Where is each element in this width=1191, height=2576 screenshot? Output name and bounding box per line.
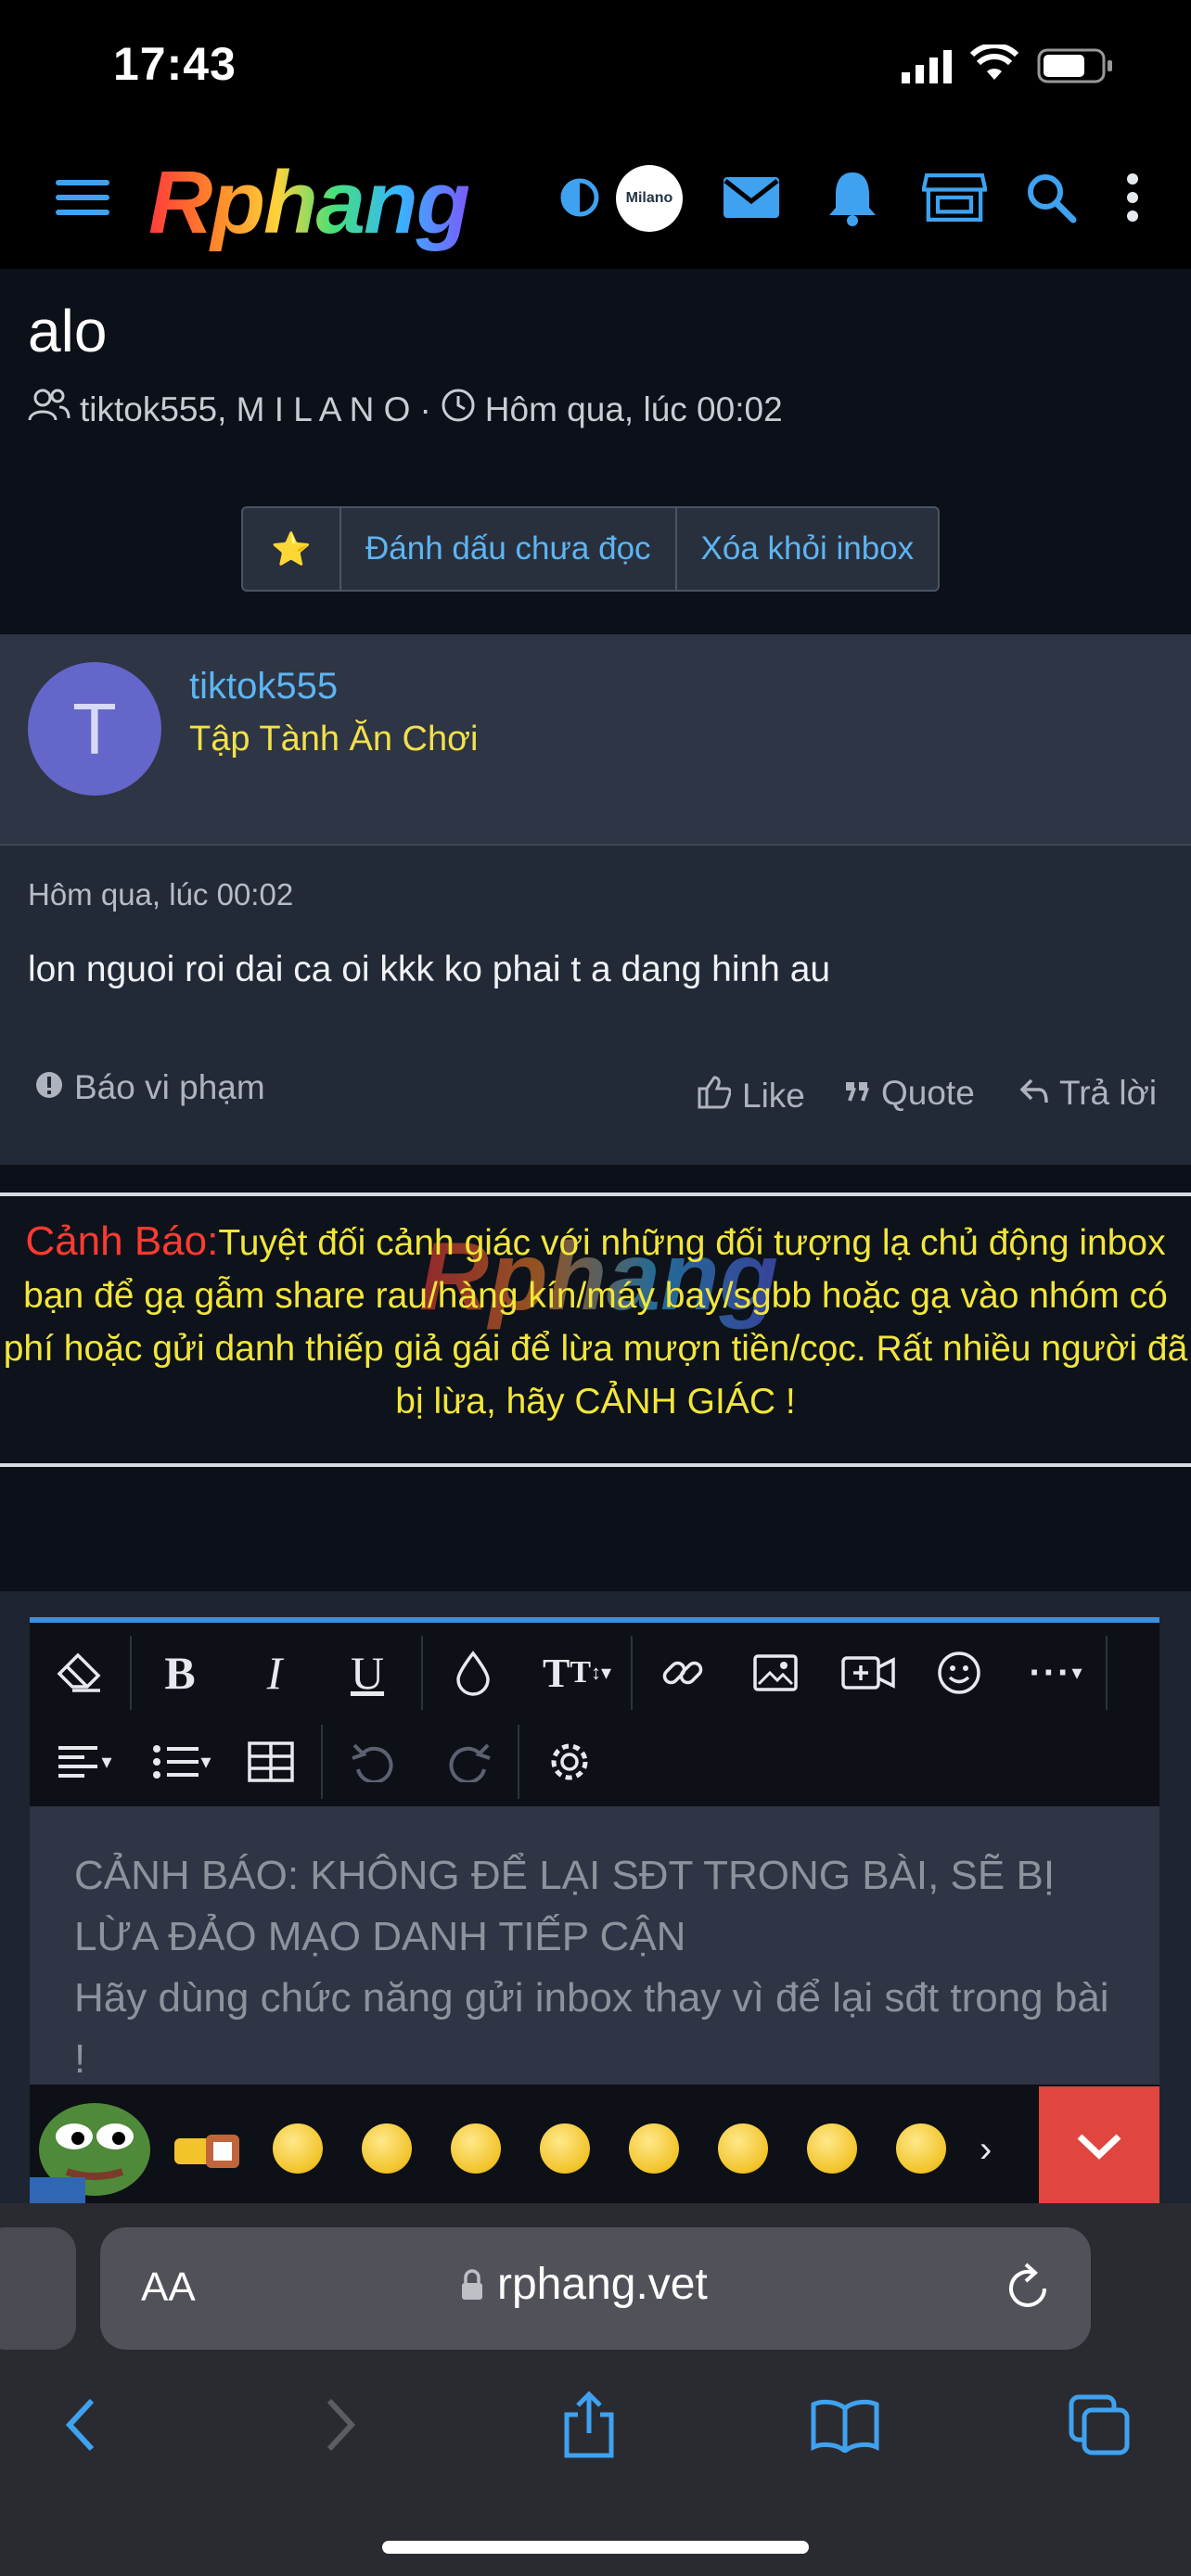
share-icon[interactable] [547, 2383, 631, 2467]
reply-button[interactable]: Trả lời [1019, 1074, 1158, 1113]
sender-username[interactable]: tiktok555 [189, 666, 338, 708]
tongue-emoji-icon[interactable] [629, 2123, 679, 2174]
toolbar-separator [1106, 1636, 1108, 1710]
video-icon[interactable] [831, 1636, 905, 1710]
sticker-icon[interactable] [169, 2122, 243, 2177]
battery-icon [1037, 48, 1115, 88]
quote-icon [844, 1074, 870, 1113]
conversation-title: alo [28, 298, 108, 364]
undo-icon[interactable] [336, 1725, 410, 1799]
message-date[interactable]: Hôm qua, lúc 00:02 [28, 877, 293, 912]
sender-avatar[interactable]: T [28, 662, 161, 796]
bookmarks-icon[interactable] [803, 2383, 887, 2467]
wifi-icon [969, 43, 1019, 86]
back-icon[interactable] [39, 2383, 122, 2467]
quote-label: Quote [881, 1074, 975, 1112]
like-button[interactable]: Like [696, 1074, 805, 1117]
scroll-down-button[interactable] [1039, 2086, 1159, 2207]
color-drop-icon[interactable] [436, 1636, 510, 1710]
message-text: lon nguoi roi dai ca oi kkk ko phai t a … [28, 950, 831, 989]
toolbar-separator [631, 1636, 633, 1710]
thumbs-up-icon [696, 1074, 732, 1117]
url-display[interactable]: rphang.vet [460, 2259, 708, 2310]
pepe-sticker-icon[interactable] [30, 2085, 160, 2205]
home-indicator[interactable] [382, 2541, 809, 2554]
lock-icon [462, 2268, 482, 2300]
settings-icon[interactable] [532, 1725, 607, 1799]
quote-button[interactable]: Quote [844, 1074, 975, 1113]
clock-icon [441, 388, 476, 431]
meta-separator: · [419, 389, 431, 428]
align-icon[interactable]: ▾ [43, 1725, 126, 1799]
redo-icon[interactable] [432, 1725, 506, 1799]
eraser-icon[interactable] [43, 1636, 117, 1710]
reader-settings-button[interactable]: AA [141, 2264, 196, 2311]
conversation-date: Hôm qua, lúc 00:02 [484, 389, 783, 428]
report-label: Báo vi phạm [74, 1068, 265, 1106]
inbox-icon[interactable] [719, 165, 784, 230]
conversation-meta: tiktok555, M I L A N O · Hôm qua, lúc 00… [28, 388, 783, 431]
smilie-icon[interactable] [922, 1636, 996, 1710]
site-logo[interactable]: Rphang [148, 152, 470, 254]
wink-emoji-icon[interactable] [362, 2123, 412, 2174]
menu-icon[interactable] [50, 165, 115, 230]
participants-icon [28, 389, 70, 430]
link-icon[interactable] [646, 1636, 720, 1710]
placeholder-hint: Hãy dùng chức năng gửi inbox thay vì để … [74, 1975, 1109, 2082]
reply-icon [1019, 1074, 1048, 1113]
conversation-actions: ⭐ Đánh dấu chưa đọc Xóa khỏi inbox [241, 506, 941, 592]
user-avatar[interactable]: Milano [616, 165, 683, 232]
placeholder-warning: CẢNH BÁO: KHÔNG ĐỂ LẠI SĐT TRONG BÀI, SẼ… [74, 1853, 1056, 1959]
image-icon[interactable] [738, 1636, 813, 1710]
star-button[interactable]: ⭐ [243, 508, 341, 590]
chevron-down-icon [1077, 2134, 1121, 2160]
remove-inbox-button[interactable]: Xóa khỏi inbox [677, 508, 939, 590]
reply-label: Trả lời [1059, 1074, 1158, 1112]
more-icon[interactable]: ··· ▾ [1009, 1636, 1102, 1710]
url-text: rphang.vet [497, 2260, 708, 2309]
cool-emoji-icon[interactable] [896, 2123, 946, 2174]
cellular-signal-icon [902, 50, 954, 88]
table-icon[interactable] [234, 1725, 308, 1799]
warning-label: Cảnh Báo: [25, 1218, 219, 1264]
message-header [0, 634, 1191, 844]
alert-icon [35, 1068, 63, 1107]
report-link[interactable]: Báo vi phạm [35, 1068, 265, 1107]
underline-icon[interactable]: U [330, 1636, 404, 1710]
toolbar-separator [130, 1636, 132, 1710]
reload-icon[interactable] [1005, 2263, 1054, 2319]
thinking-emoji-icon[interactable] [540, 2123, 590, 2174]
more-menu-icon[interactable] [1100, 165, 1165, 230]
toolbar-separator [518, 1725, 519, 1799]
grin-emoji-icon[interactable] [451, 2123, 501, 2174]
smile-emoji-icon[interactable] [273, 2123, 323, 2174]
like-label: Like [742, 1076, 805, 1115]
smilie-next-icon[interactable]: › [980, 2129, 992, 2171]
text-size-icon[interactable]: T T ↕▾ [531, 1636, 623, 1710]
tabs-icon[interactable] [1057, 2383, 1141, 2467]
sender-title: Tập Tành Ăn Chơi [189, 720, 479, 759]
message-body [0, 844, 1191, 1029]
bell-icon[interactable] [820, 165, 885, 230]
warning-text-block: Cảnh Báo:Tuyệt đối cảnh giác với những đ… [0, 1215, 1191, 1428]
italic-icon[interactable]: I [237, 1636, 312, 1710]
participants-list[interactable]: tiktok555, M I L A N O [80, 390, 410, 429]
worried-emoji-icon[interactable] [718, 2123, 768, 2174]
mark-unread-button[interactable]: Đánh dấu chưa đọc [341, 508, 677, 590]
search-icon[interactable] [1018, 165, 1083, 230]
bold-icon[interactable]: B [143, 1636, 217, 1710]
editor-placeholder: CẢNH BÁO: KHÔNG ĐỂ LẠI SĐT TRONG BÀI, SẼ… [74, 1845, 1113, 2090]
status-time: 17:43 [113, 38, 237, 90]
list-icon[interactable]: ▾ [135, 1725, 228, 1799]
toolbar-separator [421, 1636, 423, 1710]
forward-icon[interactable] [299, 2383, 382, 2467]
toolbar-separator [321, 1725, 323, 1799]
store-icon[interactable] [922, 165, 987, 230]
theme-toggle-icon[interactable] [547, 165, 612, 230]
previous-tab-preview[interactable] [0, 2227, 76, 2350]
shout-emoji-icon[interactable] [807, 2123, 857, 2174]
